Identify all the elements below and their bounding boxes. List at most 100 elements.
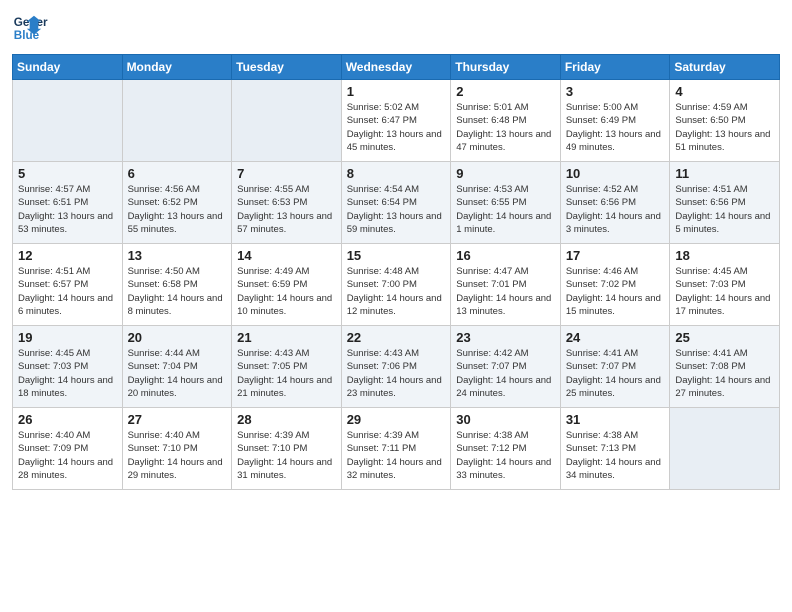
week-row-2: 5Sunrise: 4:57 AM Sunset: 6:51 PM Daylig… (13, 162, 780, 244)
calendar-cell: 24 Sunrise: 4:41 AM Sunset: 7:07 PM Dayli… (560, 326, 670, 408)
day-number: 6 (128, 166, 228, 181)
day-info: Sunrise: 5:02 AM Sunset: 6:47 PM Dayligh… (347, 101, 447, 154)
day-info: Sunrise: 5:00 AM Sunset: 6:49 PM Dayligh… (566, 101, 666, 154)
day-info: Sunrise: 4:41 AM Sunset: 7:07 PM Dayligh… (566, 347, 666, 400)
day-number: 3 (566, 84, 666, 99)
calendar-cell: 25 Sunrise: 4:41 AM Sunset: 7:08 PM Dayli… (670, 326, 780, 408)
calendar-cell: 17 Sunrise: 4:46 AM Sunset: 7:02 PM Dayli… (560, 244, 670, 326)
calendar-cell: 16 Sunrise: 4:47 AM Sunset: 7:01 PM Dayli… (451, 244, 561, 326)
day-number: 4 (675, 84, 775, 99)
calendar-cell (122, 80, 232, 162)
logo: General Blue (12, 10, 48, 46)
day-number: 31 (566, 412, 666, 427)
calendar-cell (670, 408, 780, 490)
calendar-cell: 26 Sunrise: 4:40 AM Sunset: 7:09 PM Dayli… (13, 408, 123, 490)
day-info: Sunrise: 4:40 AM Sunset: 7:09 PM Dayligh… (18, 429, 118, 482)
day-number: 13 (128, 248, 228, 263)
week-row-1: 1 Sunrise: 5:02 AM Sunset: 6:47 PM Daylig… (13, 80, 780, 162)
calendar-cell: 13 Sunrise: 4:50 AM Sunset: 6:58 PM Dayli… (122, 244, 232, 326)
day-number: 17 (566, 248, 666, 263)
calendar-thead: SundayMondayTuesdayWednesdayThursdayFrid… (13, 55, 780, 80)
calendar-cell: 31 Sunrise: 4:38 AM Sunset: 7:13 PM Dayli… (560, 408, 670, 490)
calendar-cell: 27Sunrise: 4:40 AM Sunset: 7:10 PM Dayli… (122, 408, 232, 490)
calendar-cell: 18 Sunrise: 4:45 AM Sunset: 7:03 PM Dayli… (670, 244, 780, 326)
calendar-cell: 23 Sunrise: 4:42 AM Sunset: 7:07 PM Dayli… (451, 326, 561, 408)
day-info: Sunrise: 4:53 AM Sunset: 6:55 PM Dayligh… (456, 183, 556, 236)
day-info: Sunrise: 4:47 AM Sunset: 7:01 PM Dayligh… (456, 265, 556, 318)
day-number: 25 (675, 330, 775, 345)
day-info: Sunrise: 4:44 AM Sunset: 7:04 PM Dayligh… (128, 347, 228, 400)
calendar-cell: 5Sunrise: 4:57 AM Sunset: 6:51 PM Daylig… (13, 162, 123, 244)
week-row-4: 19 Sunrise: 4:45 AM Sunset: 7:03 PM Dayli… (13, 326, 780, 408)
day-number: 2 (456, 84, 556, 99)
day-number: 11 (675, 166, 775, 181)
day-info: Sunrise: 5:01 AM Sunset: 6:48 PM Dayligh… (456, 101, 556, 154)
day-number: 8 (347, 166, 447, 181)
day-info: Sunrise: 4:56 AM Sunset: 6:52 PM Dayligh… (128, 183, 228, 236)
calendar-cell (13, 80, 123, 162)
calendar-header: General Blue (12, 10, 780, 46)
calendar-cell (232, 80, 342, 162)
calendar-cell: 1 Sunrise: 5:02 AM Sunset: 6:47 PM Daylig… (341, 80, 451, 162)
calendar-cell: 7 Sunrise: 4:55 AM Sunset: 6:53 PM Daylig… (232, 162, 342, 244)
day-number: 18 (675, 248, 775, 263)
calendar-cell: 4 Sunrise: 4:59 AM Sunset: 6:50 PM Daylig… (670, 80, 780, 162)
day-number: 1 (347, 84, 447, 99)
week-row-5: 26 Sunrise: 4:40 AM Sunset: 7:09 PM Dayli… (13, 408, 780, 490)
day-number: 16 (456, 248, 556, 263)
day-info: Sunrise: 4:57 AM Sunset: 6:51 PM Dayligh… (18, 183, 118, 236)
day-info: Sunrise: 4:40 AM Sunset: 7:10 PM Dayligh… (128, 429, 228, 482)
calendar-table: SundayMondayTuesdayWednesdayThursdayFrid… (12, 54, 780, 490)
day-number: 22 (347, 330, 447, 345)
day-info: Sunrise: 4:43 AM Sunset: 7:06 PM Dayligh… (347, 347, 447, 400)
day-info: Sunrise: 4:51 AM Sunset: 6:56 PM Dayligh… (675, 183, 775, 236)
calendar-cell: 29Sunrise: 4:39 AM Sunset: 7:11 PM Dayli… (341, 408, 451, 490)
calendar-tbody: 1 Sunrise: 5:02 AM Sunset: 6:47 PM Daylig… (13, 80, 780, 490)
day-info: Sunrise: 4:38 AM Sunset: 7:12 PM Dayligh… (456, 429, 556, 482)
day-number: 20 (128, 330, 228, 345)
day-info: Sunrise: 4:39 AM Sunset: 7:10 PM Dayligh… (237, 429, 337, 482)
calendar-container: General Blue SundayMondayTuesdayWednesda… (0, 0, 792, 500)
day-info: Sunrise: 4:50 AM Sunset: 6:58 PM Dayligh… (128, 265, 228, 318)
day-number: 24 (566, 330, 666, 345)
day-number: 14 (237, 248, 337, 263)
week-row-3: 12Sunrise: 4:51 AM Sunset: 6:57 PM Dayli… (13, 244, 780, 326)
calendar-cell: 10Sunrise: 4:52 AM Sunset: 6:56 PM Dayli… (560, 162, 670, 244)
day-info: Sunrise: 4:42 AM Sunset: 7:07 PM Dayligh… (456, 347, 556, 400)
calendar-cell: 9 Sunrise: 4:53 AM Sunset: 6:55 PM Daylig… (451, 162, 561, 244)
calendar-cell: 30Sunrise: 4:38 AM Sunset: 7:12 PM Dayli… (451, 408, 561, 490)
day-header-tuesday: Tuesday (232, 55, 342, 80)
day-info: Sunrise: 4:54 AM Sunset: 6:54 PM Dayligh… (347, 183, 447, 236)
day-info: Sunrise: 4:45 AM Sunset: 7:03 PM Dayligh… (675, 265, 775, 318)
day-number: 23 (456, 330, 556, 345)
day-number: 7 (237, 166, 337, 181)
day-header-wednesday: Wednesday (341, 55, 451, 80)
calendar-cell: 11 Sunrise: 4:51 AM Sunset: 6:56 PM Dayli… (670, 162, 780, 244)
calendar-cell: 20 Sunrise: 4:44 AM Sunset: 7:04 PM Dayli… (122, 326, 232, 408)
day-info: Sunrise: 4:41 AM Sunset: 7:08 PM Dayligh… (675, 347, 775, 400)
calendar-cell: 12Sunrise: 4:51 AM Sunset: 6:57 PM Dayli… (13, 244, 123, 326)
calendar-cell: 21Sunrise: 4:43 AM Sunset: 7:05 PM Dayli… (232, 326, 342, 408)
day-number: 26 (18, 412, 118, 427)
day-number: 28 (237, 412, 337, 427)
calendar-cell: 28 Sunrise: 4:39 AM Sunset: 7:10 PM Dayli… (232, 408, 342, 490)
day-info: Sunrise: 4:39 AM Sunset: 7:11 PM Dayligh… (347, 429, 447, 482)
day-info: Sunrise: 4:49 AM Sunset: 6:59 PM Dayligh… (237, 265, 337, 318)
calendar-cell: 15Sunrise: 4:48 AM Sunset: 7:00 PM Dayli… (341, 244, 451, 326)
calendar-cell: 6 Sunrise: 4:56 AM Sunset: 6:52 PM Daylig… (122, 162, 232, 244)
day-info: Sunrise: 4:55 AM Sunset: 6:53 PM Dayligh… (237, 183, 337, 236)
day-number: 10 (566, 166, 666, 181)
day-header-saturday: Saturday (670, 55, 780, 80)
day-header-thursday: Thursday (451, 55, 561, 80)
day-info: Sunrise: 4:48 AM Sunset: 7:00 PM Dayligh… (347, 265, 447, 318)
calendar-cell: 14 Sunrise: 4:49 AM Sunset: 6:59 PM Dayli… (232, 244, 342, 326)
day-info: Sunrise: 4:59 AM Sunset: 6:50 PM Dayligh… (675, 101, 775, 154)
day-number: 9 (456, 166, 556, 181)
day-info: Sunrise: 4:45 AM Sunset: 7:03 PM Dayligh… (18, 347, 118, 400)
day-number: 19 (18, 330, 118, 345)
day-header-sunday: Sunday (13, 55, 123, 80)
day-info: Sunrise: 4:38 AM Sunset: 7:13 PM Dayligh… (566, 429, 666, 482)
day-info: Sunrise: 4:46 AM Sunset: 7:02 PM Dayligh… (566, 265, 666, 318)
day-info: Sunrise: 4:43 AM Sunset: 7:05 PM Dayligh… (237, 347, 337, 400)
day-info: Sunrise: 4:51 AM Sunset: 6:57 PM Dayligh… (18, 265, 118, 318)
